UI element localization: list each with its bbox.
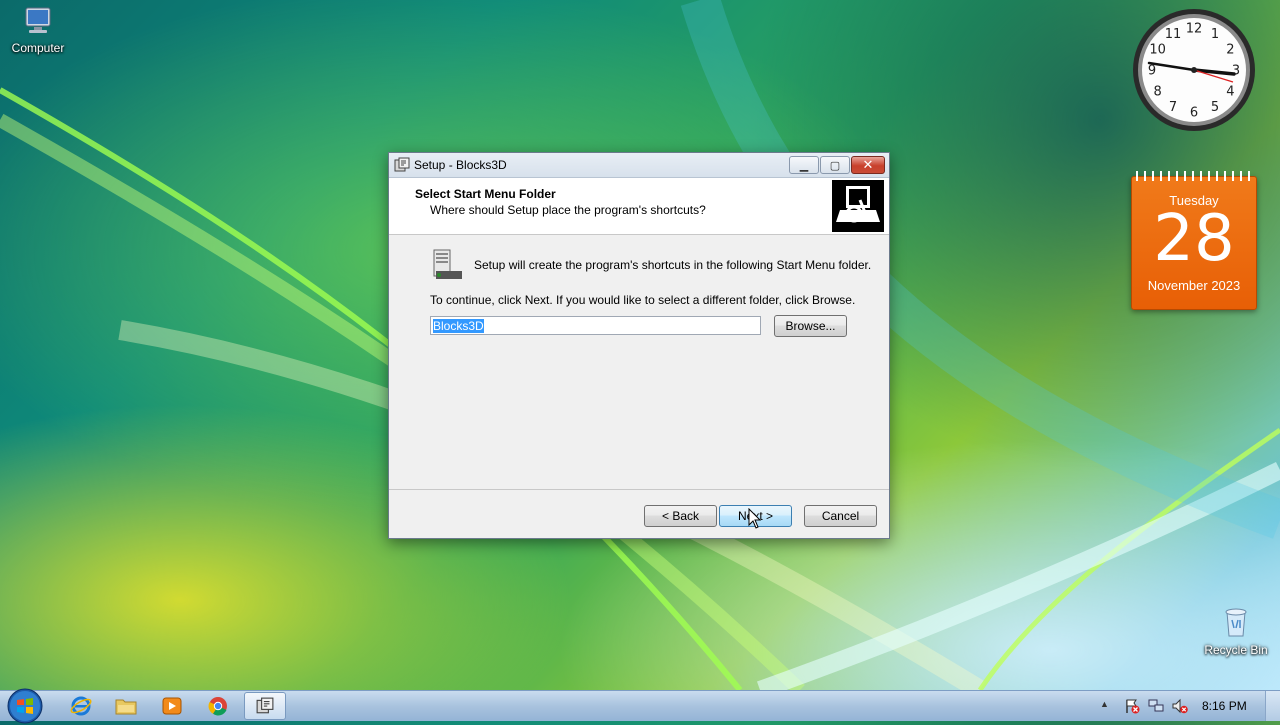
header-title: Select Start Menu Folder <box>415 187 556 201</box>
dialog-titlebar[interactable]: Setup - Blocks3D ▁ ▢ ✕ <box>389 153 889 178</box>
dialog-header: Select Start Menu Folder Where should Se… <box>389 178 889 235</box>
taskbar-media-player[interactable] <box>151 692 193 720</box>
calendar-month-year: November 2023 <box>1147 278 1241 293</box>
clock-numeral: 8 <box>1153 85 1161 100</box>
dialog-title: Setup - Blocks3D <box>414 158 507 172</box>
clock-numeral: 9 <box>1148 64 1156 79</box>
dialog-footer: < Back Next > Cancel <box>389 489 889 538</box>
clock-numeral: 10 <box>1149 43 1166 58</box>
taskbar: ▲ 8:16 PM <box>0 688 1280 724</box>
media-player-icon <box>162 697 182 715</box>
clock-numeral: 4 <box>1226 85 1234 100</box>
setup-app-icon <box>394 157 410 172</box>
close-icon: ✕ <box>862 157 874 172</box>
start-menu-folder-icon <box>433 249 462 279</box>
cancel-button[interactable]: Cancel <box>804 505 877 527</box>
back-button[interactable]: < Back <box>644 505 717 527</box>
header-subtitle: Where should Setup place the program's s… <box>430 203 706 217</box>
taskbar-internet-explorer[interactable] <box>60 692 102 720</box>
calendar-day: 28 <box>1153 202 1235 276</box>
minimize-icon: ▁ <box>799 159 809 172</box>
maximize-icon: ▢ <box>829 159 841 172</box>
desktop-icon-computer[interactable]: Computer <box>0 6 76 55</box>
clock-numeral: 6 <box>1190 106 1198 121</box>
clock-numeral: 2 <box>1226 43 1234 58</box>
network-icon[interactable] <box>1148 698 1164 714</box>
start-menu-folder-input[interactable]: Blocks3D <box>430 316 761 335</box>
calendar-gadget[interactable]: Tuesday 28 November 2023 <box>1131 171 1257 310</box>
desktop-icon-recycle-bin[interactable]: Recycle Bin <box>1198 606 1274 657</box>
recycle-bin-icon <box>1225 608 1247 637</box>
internet-explorer-icon <box>70 696 92 716</box>
clock-numeral: 3 <box>1232 64 1240 79</box>
setup-icon <box>256 697 274 714</box>
close-button[interactable]: ✕ <box>851 156 885 174</box>
mouse-cursor-icon <box>748 508 762 529</box>
clock-numeral: 1 <box>1211 27 1219 42</box>
taskbar-clock[interactable]: 8:16 PM <box>1202 699 1247 713</box>
folder-input-value: Blocks3D <box>433 319 484 333</box>
taskbar-setup-blocks3d[interactable] <box>244 692 286 720</box>
calendar-rings <box>1136 171 1252 181</box>
desktop-icon-label: Recycle Bin <box>1204 643 1268 657</box>
clock-numeral: 7 <box>1169 100 1177 115</box>
desktop-icon-label: Computer <box>11 41 65 55</box>
show-desktop-button[interactable] <box>1265 691 1280 721</box>
dialog-body: Setup will create the program's shortcut… <box>389 235 889 490</box>
taskbar-chrome[interactable] <box>197 692 239 720</box>
clock-numeral: 11 <box>1165 27 1182 42</box>
minimize-button[interactable]: ▁ <box>789 156 819 174</box>
system-tray: ▲ 8:16 PM <box>1090 691 1280 721</box>
maximize-button[interactable]: ▢ <box>820 156 850 174</box>
info-text: Setup will create the program's shortcut… <box>474 258 872 272</box>
clock-numeral: 12 <box>1186 22 1203 37</box>
windows-explorer-icon <box>115 699 137 715</box>
installer-logo-icon <box>832 180 884 232</box>
action-center-flag-icon[interactable] <box>1124 698 1140 714</box>
chrome-icon <box>208 697 227 716</box>
show-hidden-icons-chevron-icon[interactable]: ▲ <box>1100 699 1109 709</box>
clock-gadget[interactable]: 12 12 3 45678 9 1011 <box>1131 7 1257 133</box>
continue-instructions: To continue, click Next. If you would li… <box>430 293 856 307</box>
browse-button[interactable]: Browse... <box>774 315 847 337</box>
volume-muted-icon[interactable] <box>1172 698 1188 714</box>
start-button[interactable] <box>6 687 44 725</box>
computer-icon <box>25 7 51 33</box>
taskbar-windows-explorer[interactable] <box>105 692 147 720</box>
clock-numeral: 5 <box>1211 100 1219 115</box>
setup-dialog: Setup - Blocks3D ▁ ▢ ✕ Select Start Menu… <box>388 152 890 539</box>
